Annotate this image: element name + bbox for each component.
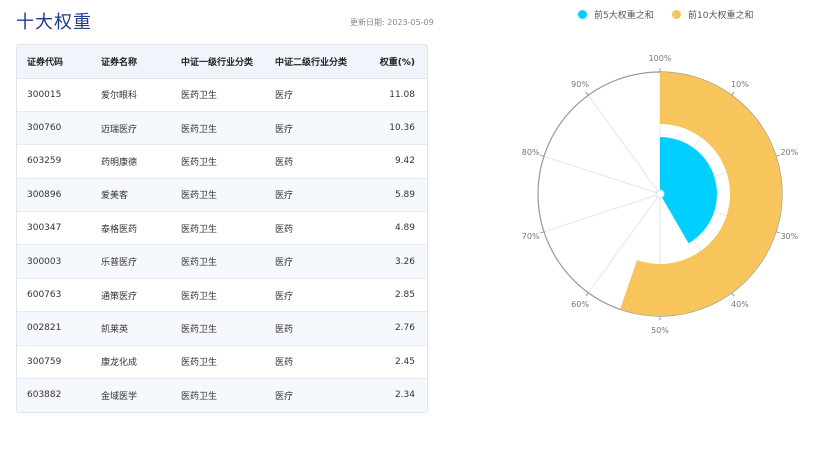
angle-tick [585,292,589,297]
bar-top5 [660,137,717,244]
cell-industry-l1: 医药卫生 [181,311,275,346]
angle-tick-label: 40% [731,300,749,309]
cell-weight: 2.45 [369,345,427,380]
cell-code: 300760 [17,111,101,146]
cell-industry-l1: 医药卫生 [181,111,275,146]
cell-code: 300015 [17,78,101,112]
legend-label-top5: 前5大权重之和 [594,11,654,21]
cell-industry-l2: 医疗 [275,244,369,279]
table-row[interactable]: 600763 通策医疗 医药卫生 医疗 2.85 [17,278,427,313]
cell-weight: 9.42 [369,144,427,179]
angle-tick-label: 100% [649,54,672,63]
angle-tick-label: 20% [780,148,798,157]
cell-industry-l2: 医疗 [275,78,369,112]
table-row[interactable]: 300003 乐普医疗 医药卫生 医疗 3.26 [17,244,427,279]
cell-industry-l1: 医药卫生 [181,144,275,179]
col-header-weight: 权重(%) [369,45,427,79]
cell-weight: 2.34 [394,390,415,401]
angle-tick-label: 50% [651,326,669,335]
cell-name: 凯莱英 [101,311,181,346]
cell-industry-l1: 医药卫生 [181,211,275,246]
table-row[interactable]: 300760 迈瑞医疗 医药卫生 医疗 10.36 [17,111,427,146]
table-header-row: 证券代码 证券名称 中证一级行业分类 中证二级行业分类 权重(%) [17,45,427,79]
cell-industry-l1: 医药卫生 [181,391,218,402]
cell-industry-l2: 医疗 [275,111,369,146]
angle-tick [775,231,780,234]
legend-dot-top5 [578,10,587,19]
angle-tick-label: 10% [731,80,749,89]
cell-industry-l2: 医药 [275,211,369,246]
angle-tick-label: 70% [522,232,540,241]
cell-industry-l1: 医药卫生 [181,278,275,313]
chart-center-dot [655,189,665,199]
table-row[interactable]: 300896 爱美客 医药卫生 医疗 5.89 [17,178,427,213]
cell-industry-l1: 医药卫生 [181,178,275,213]
cell-industry-l1: 医药卫生 [181,244,275,279]
cell-industry-l1: 医药卫生 [181,78,275,112]
polar-bar-chart: 100% 10% 20% 30% 40% 50% 60% 70% 80% 90% [522,54,799,335]
table-row[interactable]: 300015 爱尔眼科 医药卫生 医疗 11.08 [17,78,427,112]
table-row[interactable]: 300759 康龙化成 医药卫生 医药 2.45 [17,345,427,380]
cell-weight: 2.76 [369,311,427,346]
angle-tick [540,154,545,157]
col-header-name: 证券名称 [101,45,181,79]
legend-label-top10: 前10大权重之和 [688,11,754,21]
cell-weight: 3.26 [369,244,427,279]
angle-tick [731,292,735,297]
angle-tick-label: 80% [522,148,540,157]
cell-industry-l2: 医药 [275,144,369,179]
cell-name: 泰格医药 [101,211,181,246]
angle-tick-label: 30% [780,232,798,241]
cell-code: 603882 [27,390,62,401]
cell-name: 通策医疗 [101,278,181,313]
cell-code: 002821 [17,311,101,346]
cell-industry-l2: 医药 [275,345,369,380]
cell-industry-l2: 医疗 [275,178,369,213]
angle-tick-label: 90% [571,80,589,89]
update-date: 更新日期: 2023-05-09 [350,18,434,27]
col-header-code: 证券代码 [17,45,101,79]
radial-gridline [587,95,661,195]
cell-weight: 5.89 [369,178,427,213]
top-ten-table: 证券代码 证券名称 中证一级行业分类 中证二级行业分类 权重(%) 300015… [16,44,428,413]
col-header-industry-l1: 中证一级行业分类 [181,45,275,79]
cell-weight: 2.85 [369,278,427,313]
cell-name: 药明康德 [101,144,181,179]
legend-item-top10[interactable]: 前10大权重之和 [672,8,753,21]
cell-name: 爱美客 [101,178,181,213]
angle-tick [731,91,735,96]
page-title: 十大权重 [16,12,92,33]
col-header-industry-l2: 中证二级行业分类 [275,45,369,79]
radial-gridline [543,155,661,195]
cell-code: 300759 [17,345,101,380]
cell-name: 康龙化成 [101,345,181,380]
cell-name: 爱尔眼科 [101,78,181,112]
cell-code: 300003 [17,244,101,279]
angle-tick-label: 60% [571,300,589,309]
cell-code: 300896 [17,178,101,213]
cell-weight: 11.08 [369,78,427,112]
table-row[interactable]: 603882 金域医学 医药卫生 医疗 2.34 [17,378,427,412]
legend-dot-top10 [672,10,681,19]
cell-industry-l2: 医药 [275,311,369,346]
radial-gridline [543,193,661,233]
cell-industry-l2: 医疗 [275,278,369,313]
table-row[interactable]: 603259 药明康德 医药卫生 医药 9.42 [17,144,427,179]
angle-tick [585,91,589,96]
legend-item-top5[interactable]: 前5大权重之和 [578,8,654,21]
table-row[interactable]: 002821 凯莱英 医药卫生 医药 2.76 [17,311,427,346]
cell-weight: 4.89 [369,211,427,246]
cell-name: 乐普医疗 [101,244,181,279]
cell-code: 603259 [17,144,101,179]
cell-weight: 10.36 [369,111,427,146]
cell-code: 600763 [17,278,101,313]
table-row[interactable]: 300347 泰格医药 医药卫生 医药 4.89 [17,211,427,246]
angle-tick [775,154,780,157]
cell-name: 迈瑞医疗 [101,111,181,146]
angle-tick [540,231,545,234]
cell-name: 金域医学 [101,391,138,402]
cell-industry-l2: 医疗 [275,391,294,402]
cell-code: 300347 [17,211,101,246]
cell-industry-l1: 医药卫生 [181,345,275,380]
